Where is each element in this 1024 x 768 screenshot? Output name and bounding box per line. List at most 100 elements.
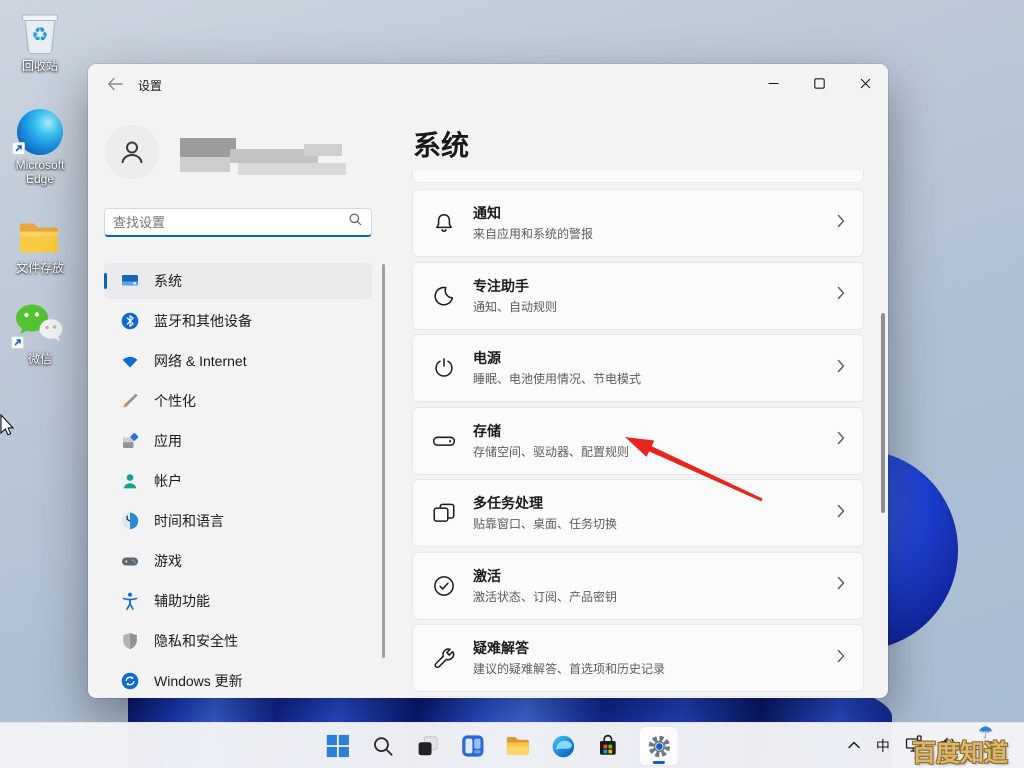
card-focus-assist[interactable]: 专注助手通知、自动规则 [412, 261, 864, 330]
titlebar[interactable]: 设置 [88, 64, 888, 104]
file-explorer-icon[interactable] [504, 732, 532, 760]
sidebar-item-time-language[interactable]: 时间和语言 [104, 503, 372, 539]
card-title: 多任务处理 [473, 495, 543, 511]
sidebar-item-privacy[interactable]: 隐私和安全性 [104, 623, 372, 659]
taskbar-search-icon[interactable] [369, 732, 397, 760]
taskbar-center-icons [324, 723, 679, 768]
widgets-icon[interactable] [459, 732, 487, 760]
sidebar-item-label: 蓝牙和其他设备 [154, 313, 252, 329]
card-subtitle: 通知、自动规则 [473, 299, 558, 314]
sidebar-item-personalization[interactable]: 个性化 [104, 383, 372, 419]
card-multitasking[interactable]: 多任务处理贴靠窗口、桌面、任务切换 [412, 479, 864, 547]
sidebar-item-label: 时间和语言 [154, 513, 224, 529]
shortcut-arrow-icon [12, 142, 25, 155]
apps-icon [120, 431, 140, 451]
chevron-right-icon [837, 431, 845, 450]
card-power[interactable]: 电源睡眠、电池使用情况、节电模式 [412, 334, 864, 402]
watermark-text: 百度知道 [912, 740, 1008, 767]
card-subtitle: 存储空间、驱动器、配置规则 [473, 444, 630, 459]
shortcut-arrow-icon [11, 336, 24, 349]
sidebar-item-network[interactable]: 网络 & Internet [104, 343, 372, 379]
chevron-right-icon [837, 286, 845, 305]
card-partial[interactable] [412, 170, 864, 183]
sidebar-item-label: 网络 & Internet [154, 353, 247, 369]
system-icon [120, 271, 140, 291]
card-subtitle: 来自应用和系统的警报 [473, 227, 594, 241]
sidebar-item-apps[interactable]: 应用 [104, 423, 372, 459]
start-button[interactable] [324, 732, 352, 760]
power-icon [431, 355, 457, 381]
accessibility-icon [120, 591, 140, 611]
recycle-bin-icon: ♻ [4, 6, 76, 56]
card-subtitle: 贴靠窗口、桌面、任务切换 [473, 517, 618, 531]
ime-indicator[interactable]: 中 [876, 736, 890, 756]
windows-update-icon [120, 671, 140, 691]
card-storage[interactable]: 存储存储空间、驱动器、配置规则 [412, 406, 864, 475]
desktop-icon-folder[interactable]: 文件存放 [4, 208, 76, 275]
desktop-icon-recycle-bin[interactable]: ♻ 回收站 [4, 6, 76, 73]
chevron-right-icon [837, 504, 845, 523]
wechat-icon [4, 299, 76, 349]
chevron-right-icon [837, 576, 845, 595]
task-view-icon[interactable] [414, 732, 442, 760]
gaming-icon [120, 551, 140, 571]
desktop-icon-label: Microsoft Edge [15, 158, 65, 186]
svg-text:♻: ♻ [31, 25, 48, 46]
minimize-button[interactable] [750, 64, 796, 102]
card-title: 电源 [473, 350, 501, 366]
sidebar-item-label: Windows 更新 [154, 673, 243, 689]
desktop: ♻ 回收站 Microsoft Edge 文件存放 微信 设置 查找设置 系统 … [0, 0, 1024, 768]
chevron-right-icon [837, 649, 845, 668]
folder-icon [4, 208, 76, 258]
sidebar-item-accessibility[interactable]: 辅助功能 [104, 583, 372, 619]
desktop-icon-wechat[interactable]: 微信 [4, 299, 76, 366]
card-subtitle: 建议的疑难解答、首选项和历史记录 [473, 662, 666, 676]
card-troubleshoot[interactable]: 疑难解答建议的疑难解答、首选项和历史记录 [412, 624, 864, 692]
desktop-icon-label: 微信 [27, 352, 52, 366]
card-activation[interactable]: 激活 激活状态、订阅、产品密钥 [412, 551, 864, 620]
page-title: 系统 [413, 130, 470, 161]
search-box [104, 208, 372, 237]
sidebar-item-accounts[interactable]: 帐户 [104, 463, 372, 499]
desktop-icon-column: ♻ 回收站 Microsoft Edge 文件存放 微信 [4, 6, 76, 380]
storage-drive-icon [431, 428, 457, 454]
desktop-icon-label: 文件存放 [15, 261, 64, 275]
umbrella-icon: ☂ [978, 723, 994, 742]
desktop-icon-label: 回收站 [21, 59, 58, 73]
sidebar-item-system[interactable]: 系统 [104, 263, 372, 299]
card-title: 通知 [473, 205, 501, 221]
sidebar-item-label: 系统 [154, 273, 182, 289]
accounts-icon [120, 471, 140, 491]
taskbar-edge-icon[interactable] [549, 732, 577, 760]
tray-chevron-up-icon[interactable] [847, 737, 861, 755]
maximize-button[interactable] [796, 64, 842, 102]
card-subtitle: 睡眠、电池使用情况、节电模式 [473, 372, 642, 386]
sidebar-scrollbar[interactable] [382, 264, 385, 658]
card-title: 激活 [473, 567, 501, 584]
sidebar-item-windows-update[interactable]: Windows 更新 [104, 663, 372, 698]
settings-window: 设置 查找设置 系统 蓝牙和其他设备 网络 & Internet 个性化 应用 … [88, 64, 888, 698]
sidebar-item-gaming[interactable]: 游戏 [104, 543, 372, 579]
card-title: 疑难解答 [473, 640, 529, 656]
sidebar-item-label: 个性化 [154, 393, 196, 409]
taskbar-settings-icon[interactable] [638, 726, 679, 766]
avatar[interactable] [105, 125, 159, 179]
card-title: 存储 [473, 422, 501, 439]
sidebar-item-bluetooth[interactable]: 蓝牙和其他设备 [104, 303, 372, 339]
bell-icon [431, 210, 457, 236]
close-button[interactable] [842, 64, 888, 102]
moon-icon [431, 283, 457, 309]
card-notifications[interactable]: 通知来自应用和系统的警报 [412, 189, 864, 257]
microsoft-store-icon[interactable] [594, 732, 622, 760]
search-input[interactable] [105, 214, 349, 230]
back-button[interactable] [98, 70, 132, 98]
desktop-icon-edge[interactable]: Microsoft Edge [4, 105, 76, 186]
card-partial[interactable] [412, 696, 864, 698]
chevron-right-icon [837, 359, 845, 378]
sidebar-item-label: 游戏 [154, 553, 182, 569]
bluetooth-icon [120, 311, 140, 331]
check-circle-icon [431, 573, 457, 599]
card-title: 专注助手 [473, 277, 529, 294]
multitask-windows-icon [431, 500, 457, 526]
content-scrollbar[interactable] [881, 313, 885, 513]
